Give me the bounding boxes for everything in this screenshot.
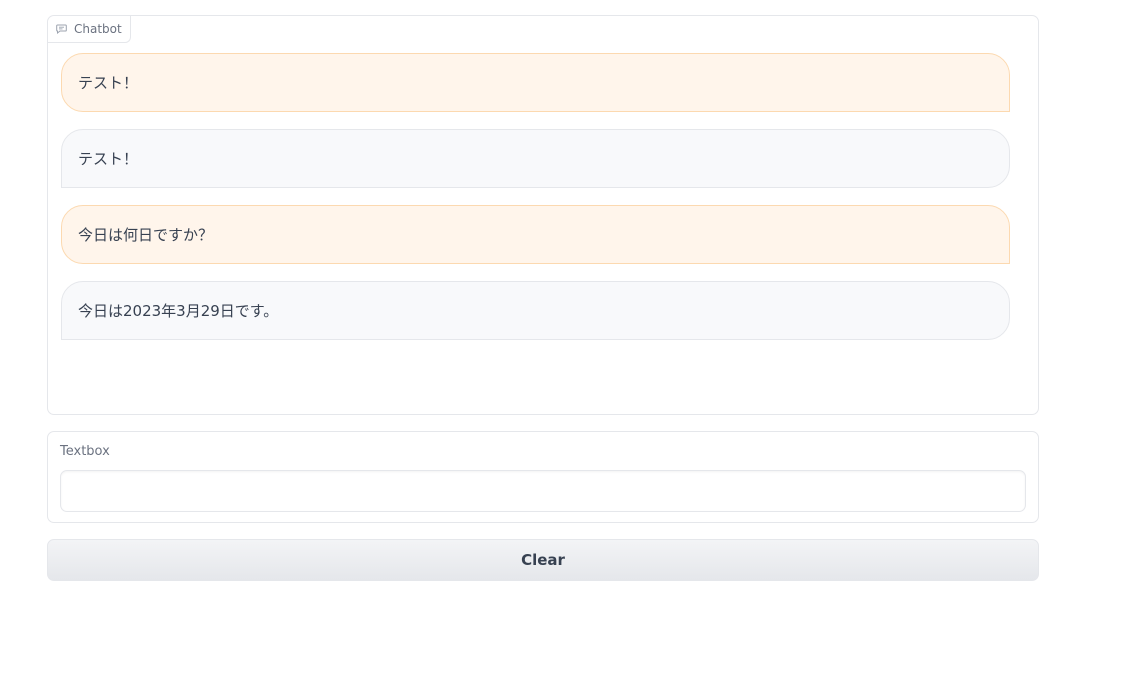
chatbot-label: Chatbot	[48, 16, 131, 43]
textbox-panel: Textbox	[47, 431, 1039, 523]
bot-message: テスト！	[61, 129, 1010, 188]
chatbot-panel: Chatbot テスト！ テスト！ 今日は何日ですか？ 今日は2023年3月29…	[47, 15, 1039, 415]
message-text: 今日は2023年3月29日です。	[78, 302, 279, 320]
user-message: 今日は何日ですか？	[61, 205, 1010, 264]
message-text: 今日は何日ですか？	[78, 226, 214, 244]
clear-button[interactable]: Clear	[47, 539, 1039, 581]
user-message: テスト！	[61, 53, 1010, 112]
message-input[interactable]	[60, 470, 1026, 512]
bot-message: 今日は2023年3月29日です。	[61, 281, 1010, 340]
textbox-label: Textbox	[60, 444, 110, 459]
message-text: テスト！	[78, 150, 139, 168]
chat-icon	[56, 24, 67, 34]
message-text: テスト！	[78, 74, 139, 92]
chatbot-label-text: Chatbot	[74, 22, 122, 36]
